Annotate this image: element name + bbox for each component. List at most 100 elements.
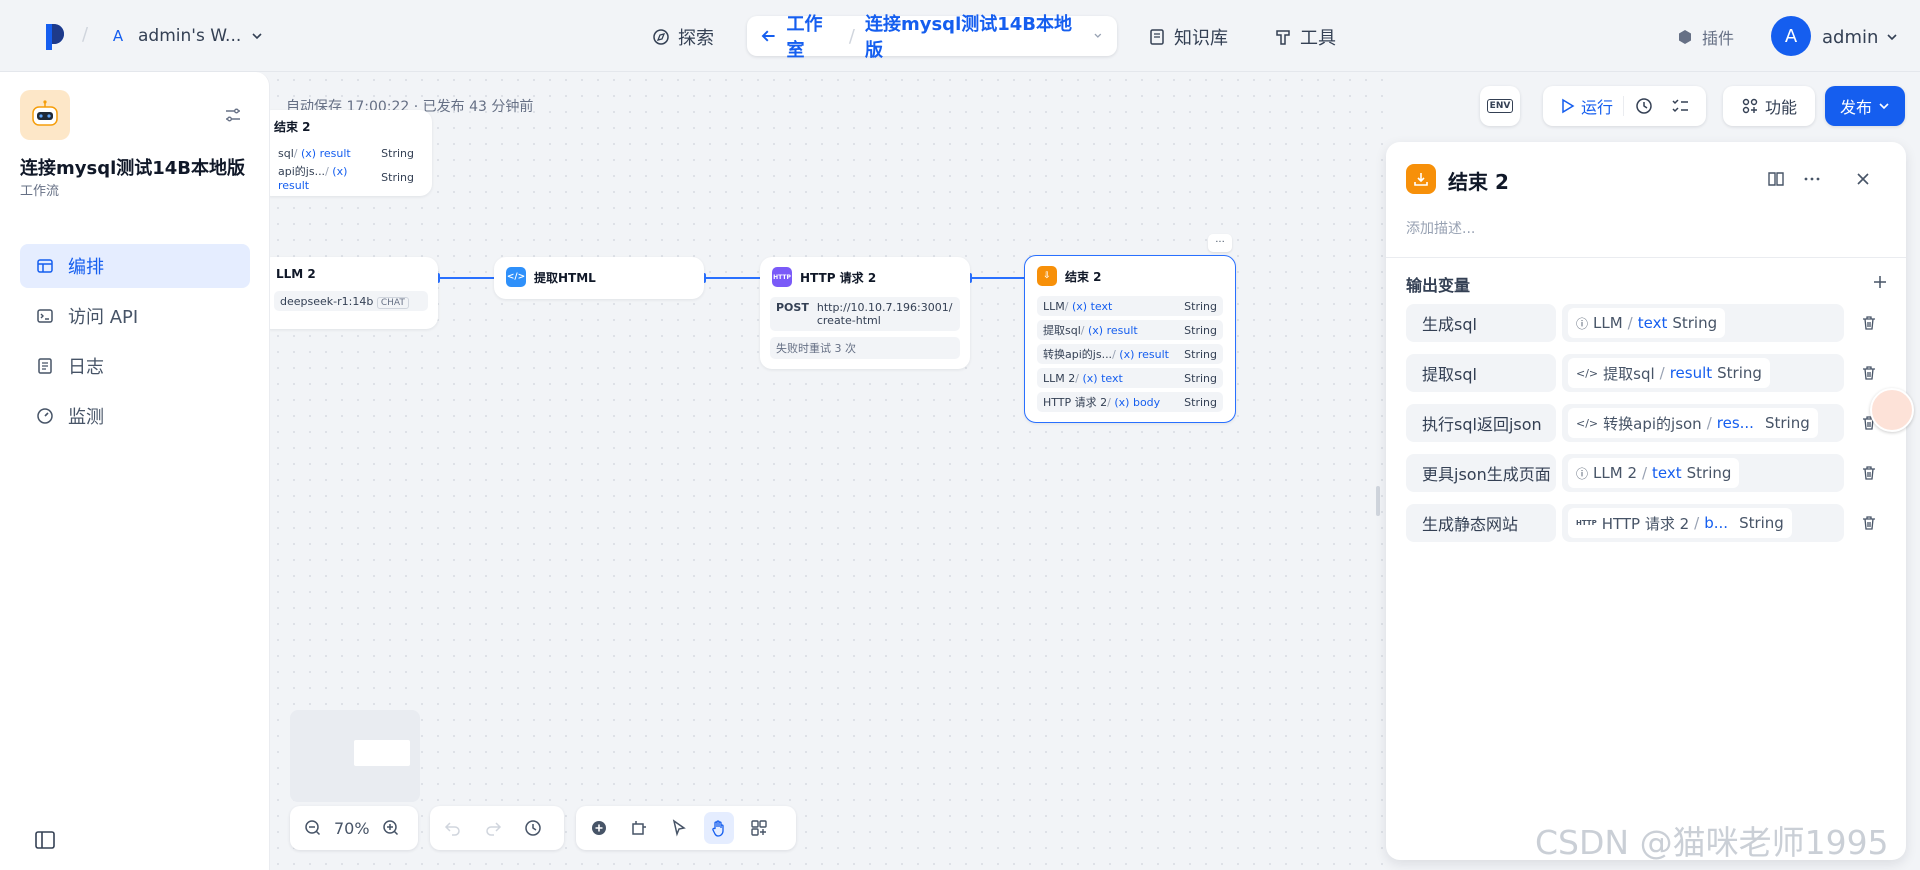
output-value-selector[interactable]: </> 转换api的json / res... String (1562, 404, 1844, 442)
env-button[interactable]: ENV (1480, 86, 1520, 126)
output-value-selector[interactable]: HTTP HTTP 请求 2/b... String (1562, 504, 1844, 542)
var-type: String (1672, 314, 1718, 332)
sidebar-item-monitor[interactable]: 监测 (20, 394, 250, 438)
node-title-text: 结束 2 (1065, 269, 1102, 284)
minimap[interactable] (290, 710, 420, 802)
var-type: String (1184, 395, 1217, 409)
var-source: LLM 2 (1593, 464, 1637, 482)
output-value-selector[interactable]: ⓘ LLM 2/text String (1562, 454, 1844, 492)
play-icon (1562, 98, 1575, 114)
nav-knowledge-label: 知识库 (1174, 28, 1228, 49)
var-source: LLM (1593, 314, 1623, 332)
output-value-selector[interactable]: ⓘ LLM / text String (1562, 304, 1844, 342)
output-name-input[interactable]: 执行sql返回json (1406, 404, 1556, 442)
workspace-selector[interactable]: A admin's W... (108, 18, 263, 54)
var-source: LLM 2 (1043, 371, 1076, 385)
zoom-in-button[interactable] (376, 812, 406, 844)
var-name: res... (1716, 414, 1754, 432)
collapse-sidebar-icon[interactable] (34, 830, 56, 850)
workspace-badge: A (112, 27, 124, 45)
assistant-avatar[interactable] (1870, 388, 1914, 432)
sidebar-item-label: 监测 (68, 407, 104, 428)
organize-button[interactable] (744, 812, 774, 844)
output-row: 生成静态网站 HTTP HTTP 请求 2/b... String (1406, 504, 1888, 542)
sidebar-item-label: 日志 (68, 357, 104, 378)
panel-title[interactable]: 结束 2 (1448, 166, 1509, 195)
nav-studio[interactable]: 工作室 (787, 10, 839, 62)
zoom-out-button[interactable] (298, 812, 328, 844)
current-app-name[interactable]: 连接mysql测试14B本地版 (865, 10, 1083, 62)
add-node-button[interactable] (584, 812, 614, 844)
plus-circle-icon (592, 821, 606, 835)
top-bar: / A admin's W... 探索 工作室 / 连接mysql测试14B本地… (0, 0, 1920, 72)
undo-button[interactable] (438, 812, 468, 844)
http-url: http://10.10.7.196:3001/create-html (816, 301, 953, 327)
trash-icon (1863, 366, 1875, 380)
app-logo-icon[interactable] (44, 22, 66, 50)
output-value-selector[interactable]: </> 提取sql / result String (1562, 354, 1844, 392)
nav-plugins[interactable]: 插件 (1676, 18, 1734, 56)
hand-mode-button[interactable] (704, 812, 734, 844)
node-llm[interactable]: LLM 2 deepseek-r1:14b CHAT (270, 257, 438, 329)
publish-button[interactable]: 发布 (1825, 86, 1905, 126)
redo-button[interactable] (478, 812, 508, 844)
node-extract-html[interactable]: </> 提取HTML (494, 257, 704, 299)
pointer-mode-button[interactable] (664, 812, 694, 844)
node-end-selected[interactable]: ⇩ 结束 2 LLM/ (x) text String 提取sql/ (x) re… (1024, 255, 1236, 423)
node-end-partial[interactable]: 结束 2 sql/ (x) result String api的js.../ (… (270, 110, 432, 196)
trash-icon (1863, 516, 1875, 530)
plus-icon[interactable] (1872, 274, 1888, 290)
history-button[interactable] (518, 812, 548, 844)
watermark: CSDN @猫咪老师1995 (1535, 823, 1889, 862)
chevron-down-icon[interactable] (1093, 31, 1103, 41)
model-tag: CHAT (376, 296, 409, 309)
node-title-text: 提取HTML (534, 270, 596, 285)
book-open-icon[interactable] (1767, 170, 1785, 188)
nav-knowledge[interactable]: 知识库 (1148, 18, 1228, 56)
output-row: 提取sql </> 提取sql / result String (1406, 354, 1888, 392)
sidebar-item-label: 访问 API (68, 307, 139, 328)
var-name: body (1132, 396, 1161, 409)
close-icon[interactable] (1856, 172, 1870, 186)
sidebar-item-api[interactable]: 访问 API (20, 294, 250, 338)
node-more-button[interactable]: ··· (1208, 234, 1232, 252)
hammer-icon (1276, 30, 1290, 45)
user-menu[interactable]: admin (1822, 18, 1898, 56)
publish-label: 发布 (1839, 98, 1872, 117)
delete-output-button[interactable] (1850, 354, 1888, 392)
delete-output-button[interactable] (1850, 454, 1888, 492)
user-avatar[interactable]: A (1771, 16, 1811, 56)
more-horizontal-icon[interactable] (1803, 170, 1821, 188)
zoom-level[interactable]: 70% (334, 819, 370, 838)
nav-tools[interactable]: 工具 (1274, 18, 1336, 56)
arrow-left-icon[interactable] (761, 28, 777, 44)
llm-icon: ⓘ (1576, 466, 1589, 481)
add-note-button[interactable] (624, 812, 654, 844)
run-history-icon[interactable] (1634, 96, 1654, 116)
delete-output-button[interactable] (1850, 304, 1888, 342)
delete-output-button[interactable] (1850, 504, 1888, 542)
description-input[interactable]: 添加描述... (1406, 218, 1475, 238)
sidebar-item-logs[interactable]: 日志 (20, 344, 250, 388)
node-http-request[interactable]: HTTP HTTP 请求 2 POST http://10.10.7.196:3… (760, 257, 970, 369)
output-name-input[interactable]: 提取sql (1406, 354, 1556, 392)
nav-explore[interactable]: 探索 (652, 18, 714, 56)
zoom-in-icon (382, 820, 398, 836)
settings-sliders-icon[interactable] (224, 106, 242, 124)
outputs-title: 输出变量 (1406, 276, 1471, 295)
sidebar-item-orchestrate[interactable]: 编排 (20, 244, 250, 288)
features-button[interactable]: 功能 (1723, 86, 1815, 126)
run-button[interactable]: 运行 (1559, 94, 1613, 118)
var-name: result (1106, 324, 1138, 337)
output-name-input[interactable]: 生成sql (1406, 304, 1556, 342)
panel-resize-handle[interactable] (1376, 486, 1380, 516)
output-row: 更具json生成页面 ⓘ LLM 2/text String (1406, 454, 1888, 492)
workflow-canvas[interactable]: 自动保存 17:00:22 · 已发布 43 分钟前 结束 2 sql/ (x)… (270, 72, 1385, 870)
checklist-icon[interactable] (1670, 96, 1690, 116)
node-var-row: LLM 2/ (x) text String (1037, 368, 1223, 388)
output-name-input[interactable]: 生成静态网站 (1406, 504, 1556, 542)
var-reference-chip: </> 提取sql / result String (1568, 358, 1770, 388)
var-source: 转换api的json (1603, 414, 1702, 433)
http-request-line: POST http://10.10.7.196:3001/create-html (770, 297, 960, 331)
output-name-input[interactable]: 更具json生成页面 (1406, 454, 1556, 492)
